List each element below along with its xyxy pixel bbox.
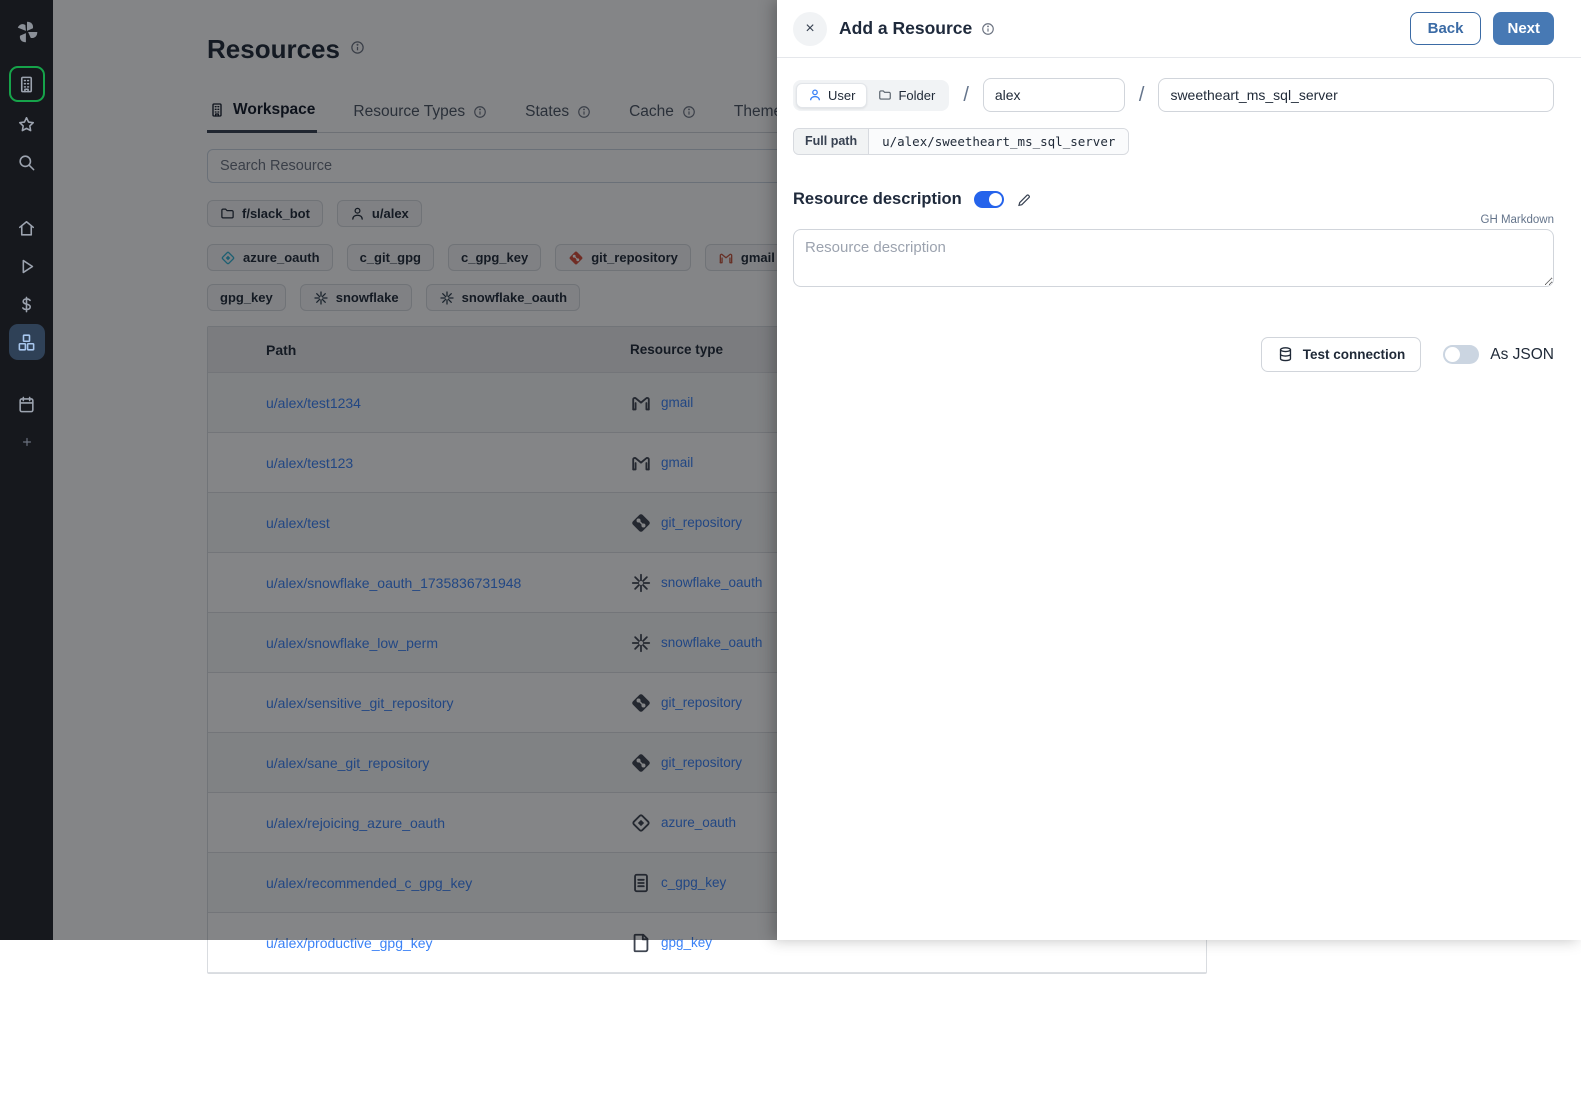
owner-input[interactable] — [983, 78, 1125, 112]
home-icon — [17, 219, 36, 238]
plus-icon — [20, 435, 34, 449]
sidebar-item-dollar[interactable] — [9, 286, 45, 322]
resource-description-textarea[interactable] — [793, 229, 1554, 287]
sidebar-item-windmill-logo[interactable] — [9, 14, 45, 50]
full-path-value: u/alex/sweetheart_ms_sql_server — [868, 129, 1128, 154]
resource-description-title: Resource description — [793, 190, 962, 209]
modal-overlay[interactable] — [53, 0, 777, 940]
drawer-title: Add a Resource — [839, 18, 972, 39]
sidebar-item-play[interactable] — [9, 248, 45, 284]
sidebar-item-home[interactable] — [9, 210, 45, 246]
database-icon — [1277, 346, 1294, 363]
boxes-icon — [17, 333, 36, 352]
windmill-logo-icon — [14, 19, 40, 45]
path-separator: / — [1139, 84, 1145, 107]
back-button[interactable]: Back — [1410, 12, 1482, 45]
search-icon — [17, 153, 36, 172]
add-resource-drawer: × Add a Resource Back Next User Folder /… — [777, 0, 1581, 940]
play-icon — [17, 257, 36, 276]
owner-kind-segment: User Folder — [793, 80, 949, 111]
sidebar-item-star[interactable] — [9, 106, 45, 142]
test-connection-label: Test connection — [1303, 347, 1406, 362]
sidebar-item-calendar[interactable] — [9, 386, 45, 422]
person-icon — [808, 88, 822, 102]
dollar-icon — [17, 295, 36, 314]
sidebar-item-building[interactable] — [9, 66, 45, 102]
gh-markdown-label: GH Markdown — [793, 214, 1554, 226]
resource-name-input[interactable] — [1158, 78, 1554, 112]
sidebar-item-search[interactable] — [9, 144, 45, 180]
left-sidebar — [0, 0, 53, 940]
sidebar-item-boxes[interactable] — [9, 324, 45, 360]
star-icon — [17, 115, 36, 134]
full-path: Full path u/alex/sweetheart_ms_sql_serve… — [793, 128, 1129, 155]
folder-icon — [878, 88, 892, 102]
test-connection-button[interactable]: Test connection — [1261, 337, 1422, 372]
pencil-icon[interactable] — [1016, 192, 1032, 208]
as-json-label: As JSON — [1490, 346, 1554, 364]
sidebar-item-plus[interactable] — [9, 424, 45, 460]
info-icon — [981, 22, 995, 36]
next-button[interactable]: Next — [1493, 12, 1554, 45]
path-separator: / — [963, 84, 969, 107]
kind-folder-label: Folder — [898, 88, 935, 103]
path-builder: User Folder / / — [793, 78, 1554, 112]
kind-folder-option[interactable]: Folder — [867, 83, 946, 108]
close-icon[interactable]: × — [793, 12, 827, 46]
description-toggle[interactable] — [974, 191, 1004, 208]
kind-user-option[interactable]: User — [796, 83, 867, 108]
full-path-label: Full path — [794, 129, 868, 154]
kind-user-label: User — [828, 88, 855, 103]
as-json-toggle[interactable] — [1443, 345, 1479, 364]
building-icon — [17, 75, 36, 94]
calendar-icon — [17, 395, 36, 414]
drawer-header: × Add a Resource Back Next — [777, 0, 1581, 58]
